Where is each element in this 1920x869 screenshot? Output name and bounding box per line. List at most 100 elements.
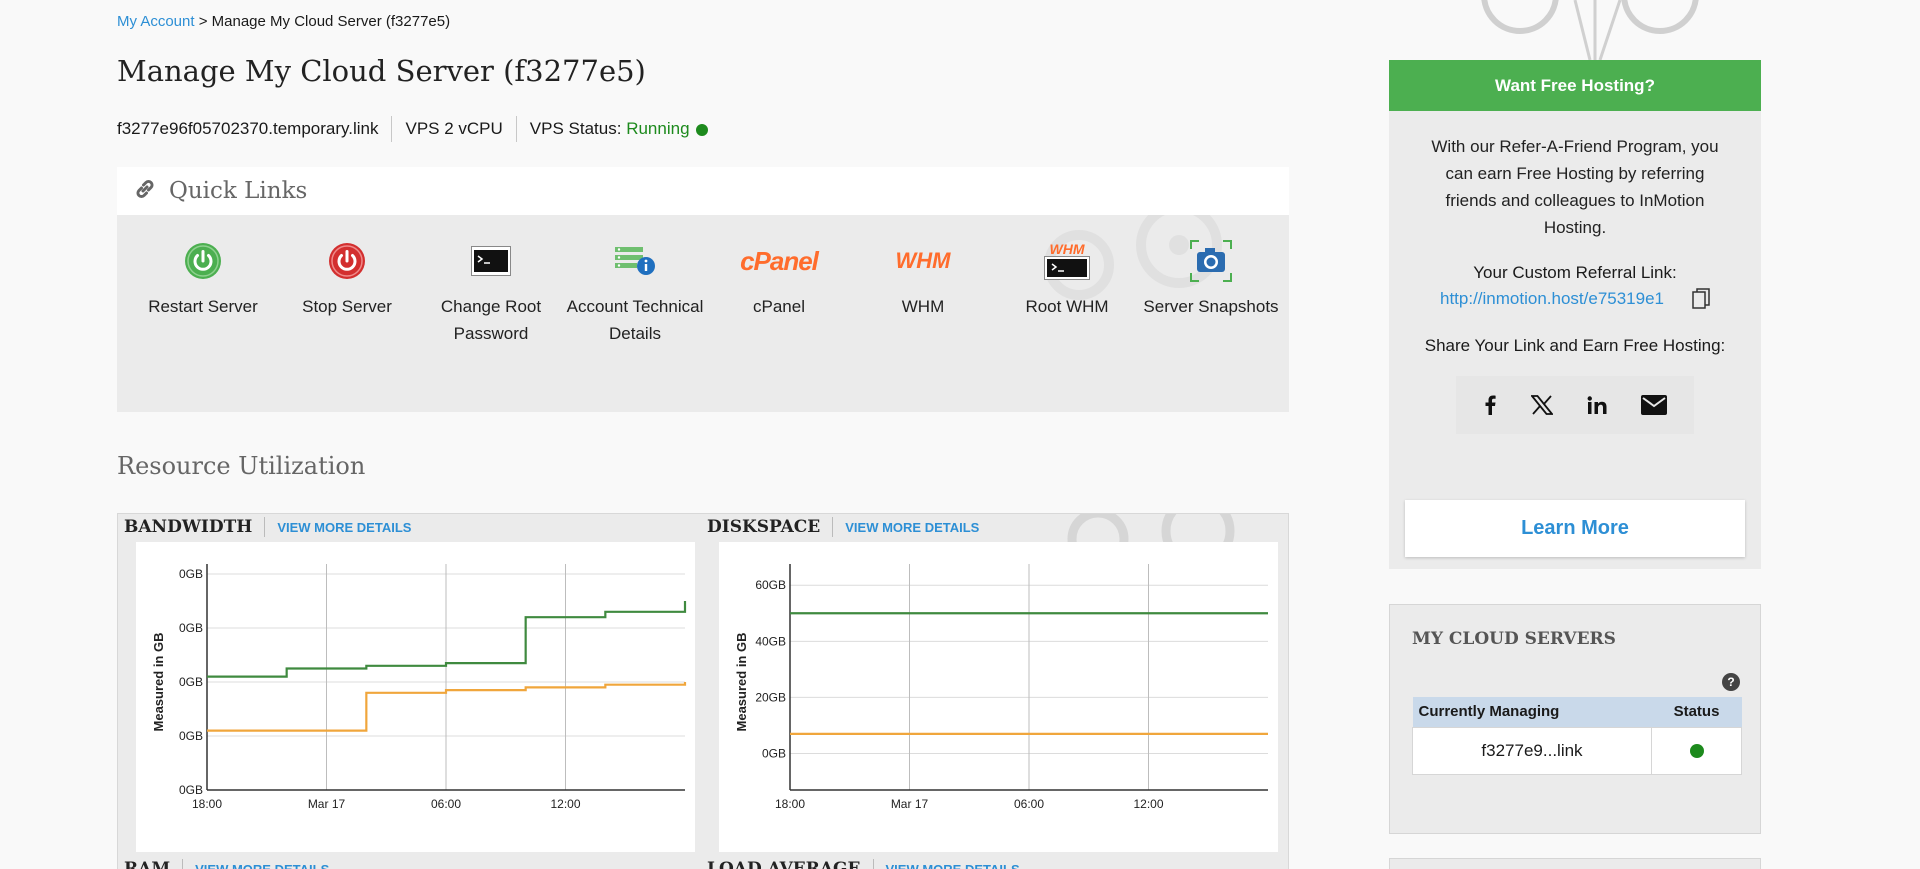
y-axis-label: Measured in GB (734, 633, 749, 732)
x-tick-label: 18:00 (192, 797, 222, 811)
server-info-icon (613, 239, 657, 283)
social-share-bar (1456, 376, 1694, 434)
bandwidth-panel: BANDWIDTH VIEW MORE DETAILS 0GB 0GB 0GB 0GB… (118, 514, 701, 854)
diskspace-view-more-link[interactable]: VIEW MORE DETAILS (833, 520, 979, 535)
cpanel-logo: cPanel (740, 239, 819, 283)
server-snapshots-label: Server Snapshots (1143, 297, 1279, 316)
camera-icon (1189, 239, 1233, 283)
bandwidth-chart-svg: 0GB0GB0GB0GB0GB18:00 Mar 17 06:00 12:00Meas… (151, 564, 687, 811)
root-whm-button[interactable]: WHM Root WHM (995, 239, 1139, 347)
quick-links-header: Quick Links (117, 167, 1289, 215)
y-tick-label: 0GB (179, 729, 203, 743)
y-tick-label: 40GB (755, 634, 786, 648)
power-icon (184, 239, 222, 283)
y-tick-label: 0GB (179, 675, 203, 689)
load-average-header: LOAD AVERAGE VIEW MORE DETAILS (707, 859, 1020, 869)
bandwidth-header: BANDWIDTH VIEW MORE DETAILS (124, 517, 411, 537)
breadcrumb-separator: > (194, 13, 212, 30)
server-hostname: f3277e96f05702370.temporary.link (117, 119, 379, 138)
x-tick-label: Mar 17 (308, 797, 346, 811)
quick-links-panel: Restart Server Stop Server Change Root P… (117, 215, 1289, 412)
server-status: VPS Status: Running (515, 116, 721, 142)
whm-logo-text: WHM (895, 248, 951, 273)
cpanel-label: cPanel (753, 297, 805, 316)
diskspace-chart-svg: 0GB 20GB 40GB 60GB 18:00 Mar 17 06:00 12:00 Meas… (734, 564, 1268, 811)
resource-charts-panel: BANDWIDTH VIEW MORE DETAILS 0GB 0GB 0GB 0GB… (117, 513, 1289, 869)
change-root-password-label: Change Root Password (440, 297, 542, 343)
root-whm-logo-text: WHM (1049, 241, 1085, 257)
y-tick-label: 20GB (755, 690, 786, 704)
account-technical-details-label: Account Technical Details (566, 297, 704, 343)
y-axis-label: Measured in GB (151, 633, 166, 732)
status-dot-icon (695, 123, 708, 136)
server-plan: VPS 2 vCPU (391, 116, 515, 142)
table-row[interactable]: f3277e9...link (1412, 726, 1742, 775)
y-tick-label: 60GB (755, 578, 786, 592)
server-status-label: VPS Status: (529, 119, 622, 138)
facebook-icon[interactable] (1483, 395, 1497, 415)
x-tick-label: 06:00 (1014, 797, 1044, 811)
cpanel-logo-text: cPanel (740, 245, 819, 276)
x-tick-label: 06:00 (431, 797, 461, 811)
bandwidth-chart: 0GB 0GB 0GB 0GB 0GB 18:00 Mar 17 06:00 12:00 Meas… (136, 542, 695, 852)
server-snapshots-button[interactable]: Server Snapshots (1139, 239, 1283, 347)
x-twitter-icon[interactable] (1531, 395, 1553, 415)
table-header-row: Currently Managing Status (1412, 697, 1742, 727)
whm-logo: WHM (896, 239, 951, 283)
column-status: Status (1651, 697, 1742, 727)
resource-utilization-title: Resource Utilization (117, 452, 366, 480)
diskspace-chart: 0GB 20GB 40GB 60GB 18:00 Mar 17 06:00 12:00 Meas… (719, 542, 1278, 852)
load-average-view-more-link[interactable]: VIEW MORE DETAILS (874, 862, 1020, 869)
breadcrumb-my-account[interactable]: My Account (117, 13, 195, 30)
x-tick-label: Mar 17 (891, 797, 929, 811)
bandwidth-title: BANDWIDTH (124, 517, 266, 537)
promo-text: With our Refer-A-Friend Program, you can… (1431, 137, 1719, 237)
x-tick-label: 12:00 (550, 797, 580, 811)
ram-view-more-link[interactable]: VIEW MORE DETAILS (183, 862, 329, 869)
restart-server-label: Restart Server (148, 297, 258, 316)
restart-server-button[interactable]: Restart Server (131, 239, 275, 347)
copy-icon[interactable] (1692, 288, 1710, 310)
referral-link-row: http://inmotion.host/e75319e1 (1389, 288, 1761, 310)
y-tick-label: 0GB (762, 747, 786, 761)
cloud-servers-table: Currently Managing Status f3277e9...link (1412, 697, 1742, 775)
bicycle-wheels-decoration-icon (1481, 0, 1699, 60)
page-title: Manage My Cloud Server (f3277e5) (117, 54, 646, 88)
server-status-cell (1651, 726, 1742, 775)
server-name-cell[interactable]: f3277e9...link (1412, 726, 1652, 775)
running-status-icon (1689, 744, 1704, 759)
y-tick-label: 0GB (179, 567, 203, 581)
help-icon[interactable]: ? (1722, 673, 1740, 691)
learn-more-button[interactable]: Learn More (1405, 500, 1745, 557)
load-average-title: LOAD AVERAGE (707, 859, 874, 869)
whm-button[interactable]: WHM WHM (851, 239, 995, 347)
quick-links-title: Quick Links (169, 178, 308, 204)
stop-server-label: Stop Server (302, 297, 392, 316)
diskspace-header: DISKSPACE VIEW MORE DETAILS (707, 517, 979, 537)
column-currently-managing: Currently Managing (1412, 697, 1652, 727)
quick-links-list: Restart Server Stop Server Change Root P… (131, 239, 1283, 347)
promo-header: Want Free Hosting? (1389, 60, 1761, 111)
share-label: Share Your Link and Earn Free Hosting: (1424, 336, 1726, 355)
referral-promo-card: Want Free Hosting? With our Refer-A-Frie… (1389, 60, 1761, 569)
account-technical-details-button[interactable]: Account Technical Details (563, 239, 707, 347)
change-root-password-button[interactable]: Change Root Password (419, 239, 563, 347)
ram-title: RAM (124, 859, 184, 869)
bandwidth-view-more-link[interactable]: VIEW MORE DETAILS (265, 520, 411, 535)
stop-server-button[interactable]: Stop Server (275, 239, 419, 347)
referral-link[interactable]: http://inmotion.host/e75319e1 (1440, 289, 1664, 309)
diskspace-panel: DISKSPACE VIEW MORE DETAILS 0GB 20GB 40GB 6… (701, 514, 1284, 854)
root-whm-icon: WHM (1044, 239, 1090, 283)
root-whm-label: Root WHM (1025, 297, 1109, 316)
ram-header: RAM VIEW MORE DETAILS (124, 859, 329, 869)
cpanel-button[interactable]: cPanel cPanel (707, 239, 851, 347)
linkedin-icon[interactable] (1587, 396, 1607, 414)
x-tick-label: 12:00 (1133, 797, 1163, 811)
email-icon[interactable] (1641, 395, 1667, 415)
diskspace-title: DISKSPACE (707, 517, 834, 537)
server-status-value: Running (626, 119, 690, 138)
my-cloud-servers-title: MY CLOUD SERVERS (1412, 629, 1616, 649)
terminal-icon (471, 239, 511, 283)
link-icon (133, 177, 157, 206)
breadcrumb-current: Manage My Cloud Server (f3277e5) (211, 13, 451, 30)
